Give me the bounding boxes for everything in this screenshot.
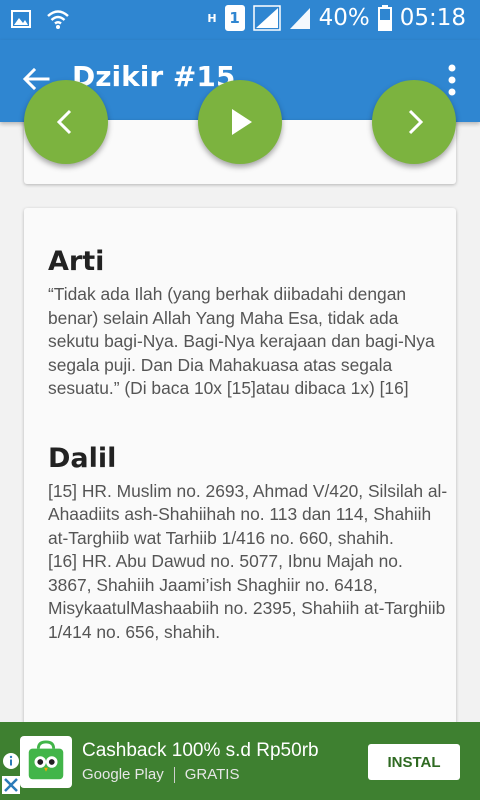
arti-text: “Tidak ada Ilah (yang berhak diibadahi d… xyxy=(48,284,435,398)
ad-banner[interactable]: Cashback 100% s.d Rp50rb Google Play GRA… xyxy=(0,722,480,800)
ad-app-logo xyxy=(20,736,72,788)
signal-secondary-icon xyxy=(289,6,311,30)
battery-icon xyxy=(377,5,392,31)
arti-heading: Arti xyxy=(48,246,105,277)
dalil-heading: Dalil xyxy=(48,442,117,474)
status-bar: H 1 40% 05:18 xyxy=(0,0,480,40)
chevron-left-icon xyxy=(56,109,72,135)
chevron-right-icon xyxy=(408,109,424,135)
card-content: Arti “Tidak ada Ilah (yang berhak diibad… xyxy=(48,246,448,644)
battery-percent: 40% xyxy=(318,5,370,31)
dalil-reference-15: [15] HR. Muslim no. 2693, Ahmad V/420, S… xyxy=(48,480,448,548)
ad-store-name: Google Play xyxy=(82,766,164,783)
more-vertical-icon[interactable] xyxy=(442,62,462,98)
ad-install-button[interactable]: INSTAL xyxy=(368,744,460,780)
ad-divider xyxy=(173,766,175,783)
signal-icon xyxy=(252,5,281,31)
network-type-label: H xyxy=(207,11,217,25)
sim-badge: 1 xyxy=(224,5,245,31)
ad-store-info: Google Play GRATIS xyxy=(82,766,239,783)
previous-button[interactable] xyxy=(24,80,108,164)
play-icon xyxy=(232,109,252,135)
play-button[interactable] xyxy=(198,80,282,164)
image-icon xyxy=(10,8,32,30)
ad-price: GRATIS xyxy=(184,766,240,783)
ad-close-icon[interactable] xyxy=(2,776,20,794)
ad-info-icon[interactable] xyxy=(2,752,20,770)
wifi-icon xyxy=(46,8,69,30)
sim-number: 1 xyxy=(229,9,240,27)
dalil-reference-16: [16] HR. Abu Dawud no. 5077, Ibnu Majah … xyxy=(48,551,446,642)
page-title: Dzikir #15 xyxy=(72,60,236,93)
dzikir-detail-card: Arti “Tidak ada Ilah (yang berhak diibad… xyxy=(24,208,456,748)
next-button[interactable] xyxy=(372,80,456,164)
ad-headline: Cashback 100% s.d Rp50rb xyxy=(82,740,319,761)
clock: 05:18 xyxy=(399,5,466,31)
